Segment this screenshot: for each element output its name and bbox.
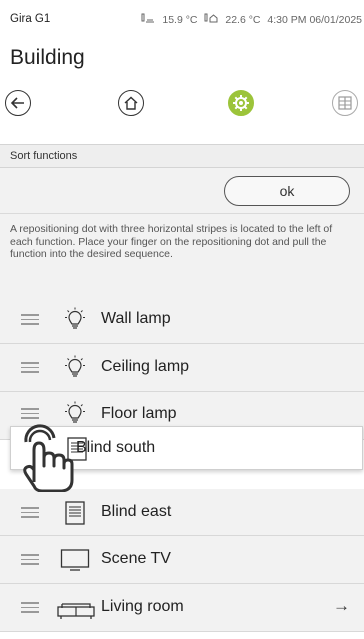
list-item-blind-east[interactable]: Blind east bbox=[0, 489, 364, 536]
list-item-label: Scene TV bbox=[101, 550, 171, 567]
house-icon bbox=[124, 96, 138, 110]
home-button[interactable] bbox=[118, 90, 144, 116]
list-item-label: Living room bbox=[101, 598, 184, 615]
list-item-scene-tv[interactable]: Scene TV bbox=[0, 536, 364, 584]
outdoor-temp-icon bbox=[141, 13, 158, 26]
instructions-text: A repositioning dot with three horizonta… bbox=[0, 214, 364, 296]
grid-button[interactable] bbox=[332, 90, 358, 116]
list-item-living-room[interactable]: Living room → bbox=[0, 584, 364, 632]
lightbulb-icon bbox=[65, 355, 85, 377]
pointing-hand-icon bbox=[23, 424, 74, 492]
sofa-icon bbox=[57, 603, 95, 619]
section-title: Sort functions bbox=[10, 150, 78, 162]
arrow-right-icon[interactable]: → bbox=[333, 596, 350, 616]
settings-button[interactable] bbox=[228, 90, 254, 116]
outdoor-temp: 15.9 °C bbox=[162, 14, 198, 26]
gear-icon bbox=[233, 95, 249, 111]
drag-handle-icon[interactable] bbox=[21, 362, 39, 373]
list-item-wall-lamp[interactable]: Wall lamp bbox=[0, 296, 364, 344]
indoor-temp: 22.6 °C bbox=[225, 14, 261, 26]
ok-row: ok bbox=[0, 168, 364, 214]
drag-handle-icon[interactable] bbox=[21, 408, 39, 419]
indoor-temp-icon bbox=[204, 13, 221, 26]
drag-handle-icon[interactable] bbox=[21, 554, 39, 565]
tv-icon bbox=[60, 549, 90, 571]
drag-handle-icon[interactable] bbox=[21, 507, 39, 518]
ok-button[interactable]: ok bbox=[224, 176, 350, 206]
list-item-label: Floor lamp bbox=[101, 405, 177, 422]
back-button[interactable] bbox=[5, 90, 31, 116]
time-date: 4:30 PM 06/01/2025 bbox=[267, 14, 362, 26]
device-name: Gira G1 bbox=[10, 13, 51, 25]
lightbulb-icon bbox=[65, 307, 85, 329]
status-bar: Gira G1 15.9 °C 22.6 °C 4:30 PM 06/01/20… bbox=[0, 0, 364, 38]
nav-bar bbox=[0, 86, 364, 120]
grid-icon bbox=[338, 96, 352, 110]
list-item-label: Wall lamp bbox=[101, 310, 171, 327]
blind-icon bbox=[65, 501, 85, 525]
dragged-item-label: Blind south bbox=[76, 439, 156, 456]
arrow-left-icon bbox=[10, 97, 24, 109]
list-item-label: Ceiling lamp bbox=[101, 358, 190, 375]
list-item-ceiling-lamp[interactable]: Ceiling lamp bbox=[0, 344, 364, 392]
page-title: Building bbox=[10, 46, 85, 69]
section-header: Sort functions bbox=[0, 144, 364, 168]
drag-handle-icon[interactable] bbox=[21, 602, 39, 613]
status-readings: 15.9 °C 22.6 °C 4:30 PM 06/01/2025 bbox=[137, 13, 362, 26]
list-item-label: Blind east bbox=[101, 503, 172, 520]
drag-handle-icon[interactable] bbox=[21, 314, 39, 325]
